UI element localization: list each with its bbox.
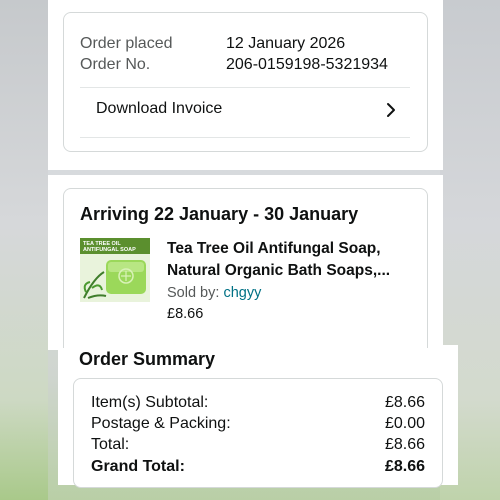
summary-value: £8.66 (384, 436, 425, 453)
sold-by: Sold by: chgyy (167, 285, 261, 301)
divider (80, 87, 410, 88)
summary-label: Grand Total: (91, 458, 185, 475)
background-left (0, 0, 48, 500)
download-invoice-button[interactable]: Download Invoice (96, 100, 222, 118)
order-number-label: Order No. (80, 56, 151, 73)
product-image[interactable]: TEA TREE OIL ANTIFUNGAL SOAP (80, 238, 150, 302)
seller-link[interactable]: chgyy (223, 285, 261, 301)
chevron-right-icon[interactable] (384, 101, 398, 119)
order-placed-label: Order placed (80, 35, 173, 52)
product-title-line-1: Tea Tree Oil Antifungal Soap, (167, 240, 381, 257)
divider (80, 137, 410, 138)
summary-label: Total: (91, 436, 130, 453)
arrival-date-heading: Arriving 22 January - 30 January (80, 204, 359, 224)
product-price: £8.66 (167, 306, 204, 322)
order-placed-value: 12 January 2026 (226, 35, 346, 52)
summary-value: £0.00 (384, 415, 425, 432)
package-text-2: ANTIFUNGAL SOAP (83, 247, 136, 253)
summary-label: Item(s) Subtotal: (91, 394, 209, 411)
summary-value: £8.66 (384, 394, 425, 411)
sold-by-label: Sold by: (167, 285, 220, 301)
order-info-card (63, 12, 428, 152)
summary-value: £8.66 (384, 458, 425, 475)
order-number-value: 206-0159198-5321934 (226, 56, 388, 73)
summary-label: Postage & Packing: (91, 415, 231, 432)
product-title-line-2: Natural Organic Bath Soaps,... (167, 262, 391, 279)
product-title[interactable]: Tea Tree Oil Antifungal Soap, Natural Or… (167, 238, 427, 282)
order-summary-title: Order Summary (79, 349, 216, 369)
